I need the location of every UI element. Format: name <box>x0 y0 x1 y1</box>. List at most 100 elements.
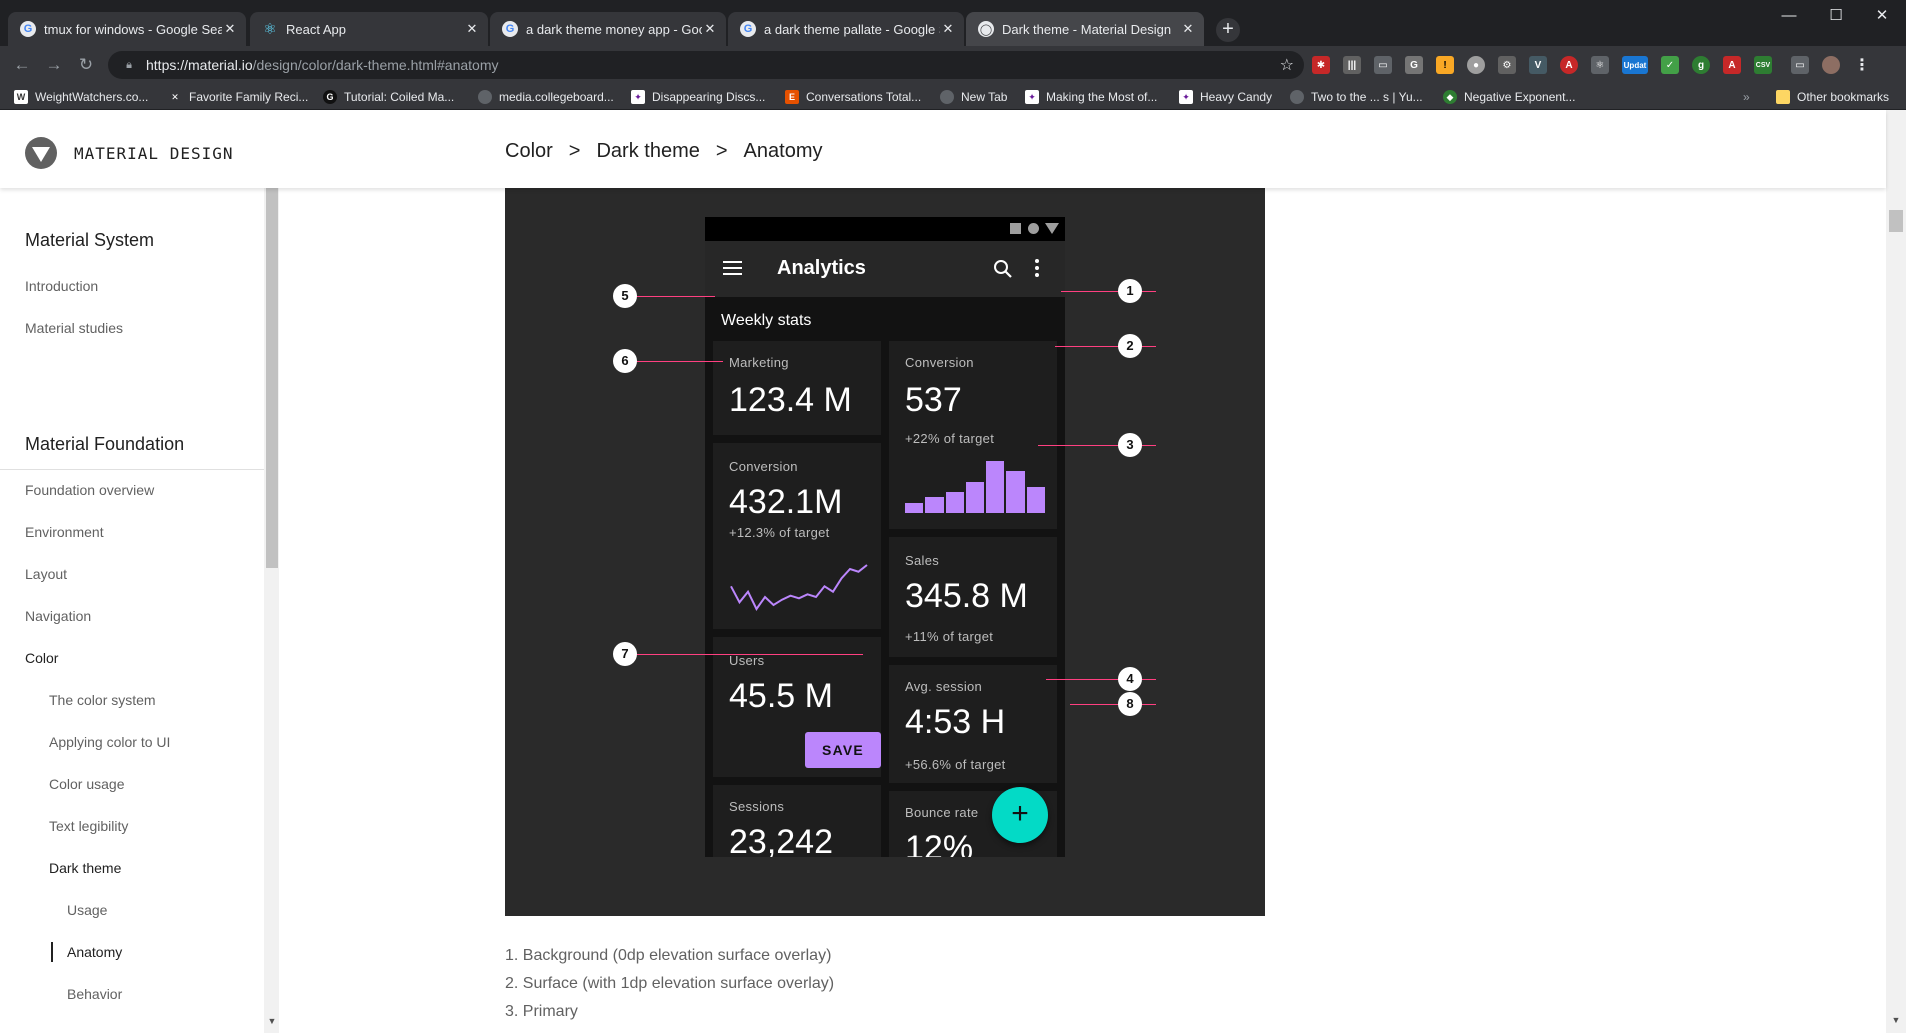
profile-avatar[interactable] <box>1822 56 1840 74</box>
scroll-down-arrow-icon[interactable]: ▼ <box>1889 1015 1903 1027</box>
maximize-icon[interactable]: ☐ <box>1813 6 1859 26</box>
v-extension-icon[interactable]: V <box>1529 56 1547 74</box>
forward-icon[interactable]: → <box>44 55 64 75</box>
sidebar-item-layout[interactable]: Layout <box>25 566 67 582</box>
folder-icon <box>1776 90 1790 104</box>
tab-dark-money[interactable]: G a dark theme money app - Google Search… <box>490 12 726 46</box>
bar-chart <box>905 461 1045 513</box>
minimize-icon[interactable]: — <box>1766 6 1812 26</box>
page-scroll-thumb[interactable] <box>1889 210 1903 232</box>
grammar-extension-icon[interactable]: g <box>1692 56 1710 74</box>
grammarly-extension-icon[interactable]: G <box>1405 56 1423 74</box>
sidebar-item-text-legibility[interactable]: Text legibility <box>49 818 128 834</box>
react-devtools-icon[interactable]: ⚛ <box>1591 56 1609 74</box>
tab-dark-theme[interactable]: ◯ Dark theme - Material Design ✕ <box>966 12 1204 46</box>
pdf-extension-icon[interactable]: A <box>1723 56 1741 74</box>
material-logo-icon[interactable] <box>25 137 57 169</box>
sidebar-item-dark-theme[interactable]: Dark theme <box>49 860 121 876</box>
scroll-down-arrow-icon[interactable]: ▼ <box>266 1016 278 1028</box>
sidebar-item-color-usage[interactable]: Color usage <box>49 776 125 792</box>
gear-extension-icon[interactable]: ⚙ <box>1498 56 1516 74</box>
sidebar-item-environment[interactable]: Environment <box>25 524 104 540</box>
tab-tmux[interactable]: G tmux for windows - Google Search ✕ <box>8 12 246 46</box>
bookmark-item[interactable]: New Tab <box>940 88 1007 106</box>
adblock-extension-icon[interactable]: A <box>1560 56 1578 74</box>
pocket-extension-icon[interactable]: ✓ <box>1661 56 1679 74</box>
library-extension-icon[interactable]: ||| <box>1343 56 1361 74</box>
sidebar-item-behavior[interactable]: Behavior <box>67 986 122 1002</box>
card-sales[interactable]: Sales 345.8 M +11% of target <box>889 537 1057 657</box>
back-icon[interactable]: ← <box>12 55 32 75</box>
legend-item: 1. Background (0dp elevation surface ove… <box>505 947 832 964</box>
update-extension-icon[interactable]: Updat <box>1622 56 1648 74</box>
save-button[interactable]: SAVE <box>805 732 881 768</box>
sidebar-item-anatomy[interactable]: Anatomy <box>67 944 122 960</box>
bookmark-item[interactable]: W WeightWatchers.co... <box>14 88 148 106</box>
bookmark-item[interactable]: ✦ Heavy Candy <box>1179 88 1272 106</box>
address-bar[interactable]: 🔒︎ https://material.io/design/color/dark… <box>108 51 1304 79</box>
more-vert-icon[interactable] <box>1035 259 1039 277</box>
new-tab-button[interactable]: + <box>1216 18 1240 42</box>
bookmark-item[interactable]: ✕ Favorite Family Reci... <box>168 88 308 106</box>
card-sessions[interactable]: Sessions 23,242 <box>713 785 881 857</box>
bookmark-item[interactable]: ✦ Disappearing Discs... <box>631 88 765 106</box>
sidebar-item-color[interactable]: Color <box>25 650 58 666</box>
card-users[interactable]: Users 45.5 M SAVE <box>713 637 881 777</box>
sidebar-item-foundation-overview[interactable]: Foundation overview <box>25 482 154 498</box>
close-icon[interactable]: ✕ <box>464 21 480 37</box>
sidebar-item-navigation[interactable]: Navigation <box>25 608 91 624</box>
tab-dark-pallate[interactable]: G a dark theme pallate - Google Search ✕ <box>728 12 964 46</box>
bookmark-item[interactable]: ✦ Making the Most of... <box>1025 88 1157 106</box>
bug-extension-icon[interactable]: ✱ <box>1312 56 1330 74</box>
card-conversion-right[interactable]: Conversion 537 +22% of target <box>889 341 1057 529</box>
sidebar-item-usage[interactable]: Usage <box>67 902 107 918</box>
bookmark-item[interactable]: ◆ Negative Exponent... <box>1443 88 1575 106</box>
other-bookmarks[interactable]: Other bookmarks <box>1776 88 1889 106</box>
warning-extension-icon[interactable]: ! <box>1436 56 1454 74</box>
card-avg-session[interactable]: Avg. session 4:53 H +56.6% of target <box>889 665 1057 783</box>
sidebar-scroll-thumb[interactable] <box>266 188 278 568</box>
bookmark-item[interactable]: G Tutorial: Coiled Ma... <box>323 88 454 106</box>
close-icon[interactable]: ✕ <box>940 21 956 37</box>
app-title: Analytics <box>777 257 866 279</box>
browser-menu-icon[interactable]: ⋮ <box>1853 56 1871 74</box>
sidebar-section-material-foundation[interactable]: Material Foundation <box>25 434 184 455</box>
breadcrumb-color[interactable]: Color <box>505 140 553 163</box>
sidebar-item-introduction[interactable]: Introduction <box>25 278 98 294</box>
bookmark-star-icon[interactable]: ☆ <box>1280 55 1294 75</box>
circle-extension-icon[interactable]: ● <box>1467 56 1485 74</box>
close-icon[interactable]: ✕ <box>222 21 238 37</box>
window-close-icon[interactable]: ✕ <box>1859 6 1905 26</box>
sidebar-item-material-studies[interactable]: Material studies <box>25 320 123 336</box>
cast-icon[interactable]: ▭ <box>1791 56 1809 74</box>
card-conversion-left[interactable]: Conversion 432.1M +12.3% of target <box>713 443 881 629</box>
breadcrumb: Color > Dark theme > Anatomy <box>505 140 838 163</box>
browser-toolbar: ← → ↻ 🔒︎ https://material.io/design/colo… <box>0 46 1906 84</box>
reload-icon[interactable]: ↻ <box>76 55 96 75</box>
bookmark-item[interactable]: E Conversations Total... <box>785 88 921 106</box>
bookmark-item[interactable]: Two to the ... s | Yu... <box>1290 88 1423 106</box>
card-label: Users <box>729 653 765 668</box>
card-value: 345.8 M <box>905 577 1028 615</box>
google-icon: G <box>740 21 756 37</box>
tab-extension-icon[interactable]: ▭ <box>1374 56 1392 74</box>
google-icon: G <box>502 21 518 37</box>
card-marketing[interactable]: Marketing 123.4 M <box>713 341 881 435</box>
page-scrollbar[interactable] <box>1886 110 1906 1033</box>
csv-extension-icon[interactable]: CSV <box>1754 56 1772 74</box>
sidebar-item-color-system[interactable]: The color system <box>49 692 156 708</box>
close-icon[interactable]: ✕ <box>1180 21 1196 37</box>
menu-icon[interactable] <box>723 261 742 275</box>
close-icon[interactable]: ✕ <box>702 21 718 37</box>
search-icon[interactable] <box>993 259 1013 279</box>
callout-6: 6 <box>613 349 637 373</box>
fab-add-button[interactable]: + <box>992 787 1048 843</box>
sidebar-item-applying-color[interactable]: Applying color to UI <box>49 734 170 750</box>
bookmark-item[interactable]: media.collegeboard... <box>478 88 614 106</box>
site-name[interactable]: MATERIAL DESIGN <box>74 144 234 163</box>
breadcrumb-dark-theme[interactable]: Dark theme <box>596 140 699 163</box>
tab-react-app[interactable]: ⚛ React App ✕ <box>250 12 488 46</box>
sidebar-section-material-system[interactable]: Material System <box>25 230 154 251</box>
bookmarks-overflow-icon[interactable]: » <box>1743 88 1750 106</box>
callout-line <box>1070 704 1156 705</box>
